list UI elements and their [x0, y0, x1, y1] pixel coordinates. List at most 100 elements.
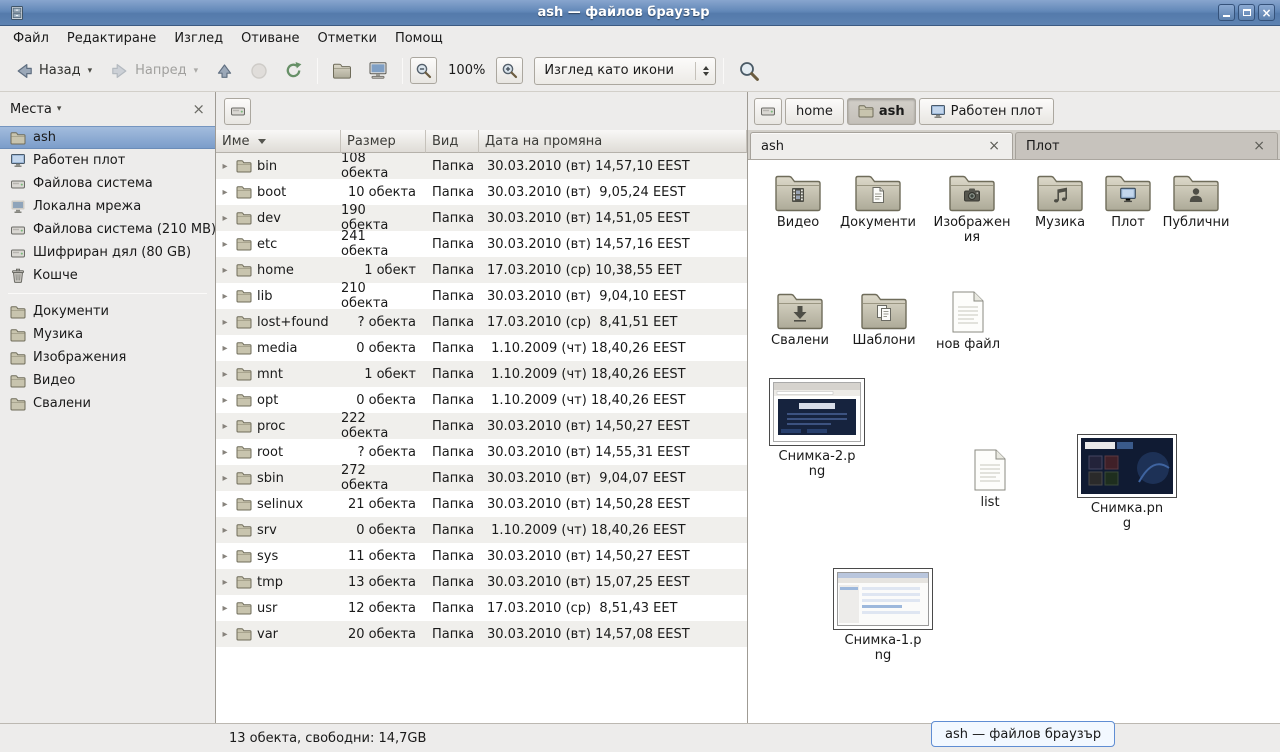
stop-button[interactable]	[243, 55, 275, 87]
expander-icon[interactable]: ▸	[219, 369, 231, 380]
computer-button[interactable]	[361, 55, 395, 87]
expander-icon[interactable]: ▸	[219, 239, 231, 250]
table-row[interactable]: ▸ bin 108 обекта Папка 30.03.2010 (вт) 1…	[216, 153, 747, 179]
expander-icon[interactable]: ▸	[219, 291, 231, 302]
expander-icon[interactable]: ▸	[219, 525, 231, 536]
table-row[interactable]: ▸ opt 0 обекта Папка 1.10.2009 (чт) 18,4…	[216, 387, 747, 413]
sidebar-item[interactable]: Шифриран дял (80 GB)	[0, 241, 215, 264]
maximize-button[interactable]	[1238, 4, 1255, 21]
expander-icon[interactable]: ▸	[219, 629, 231, 640]
icon-item[interactable]: Документи	[834, 172, 922, 231]
table-row[interactable]: ▸ srv 0 обекта Папка 1.10.2009 (чт) 18,4…	[216, 517, 747, 543]
view-selector[interactable]: Изглед като икони	[534, 57, 716, 85]
sidebar-item[interactable]: Локална мрежа	[0, 195, 215, 218]
icon-item[interactable]: list	[946, 448, 1034, 511]
home-button[interactable]	[325, 55, 359, 87]
column-header[interactable]: Дата на промяна	[479, 130, 747, 153]
expander-icon[interactable]: ▸	[219, 395, 231, 406]
icon-view[interactable]: Видео Документи Изображения	[748, 160, 1280, 723]
sidebar-item[interactable]: ash	[0, 126, 215, 149]
close-button[interactable]: ×	[1258, 4, 1275, 21]
table-row[interactable]: ▸ sbin 272 обекта Папка 30.03.2010 (вт) …	[216, 465, 747, 491]
icon-item[interactable]: Шаблони	[840, 290, 928, 349]
expander-icon[interactable]: ▸	[219, 213, 231, 224]
menu-help[interactable]: Помощ	[386, 28, 452, 49]
expander-icon[interactable]: ▸	[219, 447, 231, 458]
back-history-dropdown-icon[interactable]: ▾	[88, 66, 93, 76]
table-row[interactable]: ▸ sys 11 обекта Папка 30.03.2010 (вт) 14…	[216, 543, 747, 569]
pathbar-button-home[interactable]: home	[785, 98, 844, 125]
column-header[interactable]: Име	[216, 130, 341, 153]
expander-icon[interactable]: ▸	[219, 317, 231, 328]
table-row[interactable]: ▸ boot 10 обекта Папка 30.03.2010 (вт) 9…	[216, 179, 747, 205]
table-row[interactable]: ▸ tmp 13 обекта Папка 30.03.2010 (вт) 15…	[216, 569, 747, 595]
table-row[interactable]: ▸ lib 210 обекта Папка 30.03.2010 (вт) 9…	[216, 283, 747, 309]
sidebar-item[interactable]: Файлова система (210 MB)	[0, 218, 215, 241]
expander-icon[interactable]: ▸	[219, 499, 231, 510]
sidebar-item[interactable]: Изображения	[0, 346, 215, 369]
minimize-button[interactable]	[1218, 4, 1235, 21]
icon-item[interactable]: Публични	[1152, 172, 1240, 231]
sidebar-close-icon[interactable]: ×	[192, 102, 205, 117]
sidebar-item[interactable]: Свалени	[0, 392, 215, 415]
search-button[interactable]	[731, 55, 767, 87]
forward-button[interactable]: Напред ▾	[102, 55, 206, 87]
menu-file[interactable]: Файл	[4, 28, 58, 49]
reload-button[interactable]	[277, 55, 310, 87]
expander-icon[interactable]: ▸	[219, 265, 231, 276]
pathbar-button-root[interactable]	[754, 98, 782, 125]
expander-icon[interactable]: ▸	[219, 473, 231, 484]
sidebar-item[interactable]: Видео	[0, 369, 215, 392]
table-row[interactable]: ▸ dev 190 обекта Папка 30.03.2010 (вт) 1…	[216, 205, 747, 231]
menu-edit[interactable]: Редактиране	[58, 28, 165, 49]
table-row[interactable]: ▸ var 20 обекта Папка 30.03.2010 (вт) 14…	[216, 621, 747, 647]
table-row[interactable]: ▸ mnt 1 обект Папка 1.10.2009 (чт) 18,40…	[216, 361, 747, 387]
menu-go[interactable]: Отиване	[232, 28, 308, 49]
zoom-out-button[interactable]	[410, 57, 437, 84]
zoom-in-button[interactable]	[496, 57, 523, 84]
icon-item[interactable]: Снимка.png	[1072, 434, 1182, 532]
table-row[interactable]: ▸ media 0 обекта Папка 1.10.2009 (чт) 18…	[216, 335, 747, 361]
table-row[interactable]: ▸ home 1 обект Папка 17.03.2010 (ср) 10,…	[216, 257, 747, 283]
taskbar-window-button[interactable]: ash — файлов браузър	[931, 721, 1115, 747]
up-button[interactable]	[208, 55, 241, 87]
expander-icon[interactable]: ▸	[219, 187, 231, 198]
sidebar-selector-chevron-icon[interactable]: ▾	[57, 104, 62, 114]
sidebar-item-label: Локална мрежа	[33, 199, 141, 214]
sidebar-item[interactable]: Документи	[0, 300, 215, 323]
table-row[interactable]: ▸ etc 241 обекта Папка 30.03.2010 (вт) 1…	[216, 231, 747, 257]
sidebar-item[interactable]: Файлова система	[0, 172, 215, 195]
menu-view[interactable]: Изглед	[165, 28, 232, 49]
pane-location-button[interactable]	[224, 98, 251, 125]
expander-icon[interactable]: ▸	[219, 551, 231, 562]
icon-item[interactable]: Снимка-2.png	[762, 378, 872, 480]
sidebar-item[interactable]: Работен плот	[0, 149, 215, 172]
expander-icon[interactable]: ▸	[219, 161, 231, 172]
sidebar-item[interactable]: Кошче	[0, 264, 215, 287]
pathbar-button-desktop[interactable]: Работен плот	[919, 98, 1054, 125]
table-row[interactable]: ▸ lost+found ? обекта Папка 17.03.2010 (…	[216, 309, 747, 335]
expander-icon[interactable]: ▸	[219, 577, 231, 588]
tab-1[interactable]: Плот ×	[1015, 132, 1278, 159]
tab-0[interactable]: ash ×	[750, 132, 1013, 159]
back-button[interactable]: Назад ▾	[6, 55, 100, 87]
column-header[interactable]: Вид	[426, 130, 479, 153]
icon-item[interactable]: нов файл	[924, 290, 1012, 353]
menu-bookmarks[interactable]: Отметки	[308, 28, 385, 49]
expander-icon[interactable]: ▸	[219, 343, 231, 354]
expander-icon[interactable]: ▸	[219, 421, 231, 432]
sidebar-item[interactable]: Музика	[0, 323, 215, 346]
tab-close-icon[interactable]: ×	[986, 139, 1002, 153]
table-row[interactable]: ▸ selinux 21 обекта Папка 30.03.2010 (вт…	[216, 491, 747, 517]
table-row[interactable]: ▸ root ? обекта Папка 30.03.2010 (вт) 14…	[216, 439, 747, 465]
icon-item[interactable]: Свалени	[756, 290, 844, 349]
table-row[interactable]: ▸ usr 12 обекта Папка 17.03.2010 (ср) 8,…	[216, 595, 747, 621]
icon-item[interactable]: Видео	[754, 172, 842, 231]
tab-close-icon[interactable]: ×	[1251, 139, 1267, 153]
pathbar-button-ash[interactable]: ash	[847, 98, 916, 125]
expander-icon[interactable]: ▸	[219, 603, 231, 614]
table-row[interactable]: ▸ proc 222 обекта Папка 30.03.2010 (вт) …	[216, 413, 747, 439]
icon-item[interactable]: Изображения	[928, 172, 1016, 246]
column-header[interactable]: Размер	[341, 130, 426, 153]
icon-item[interactable]: Снимка-1.png	[828, 568, 938, 664]
